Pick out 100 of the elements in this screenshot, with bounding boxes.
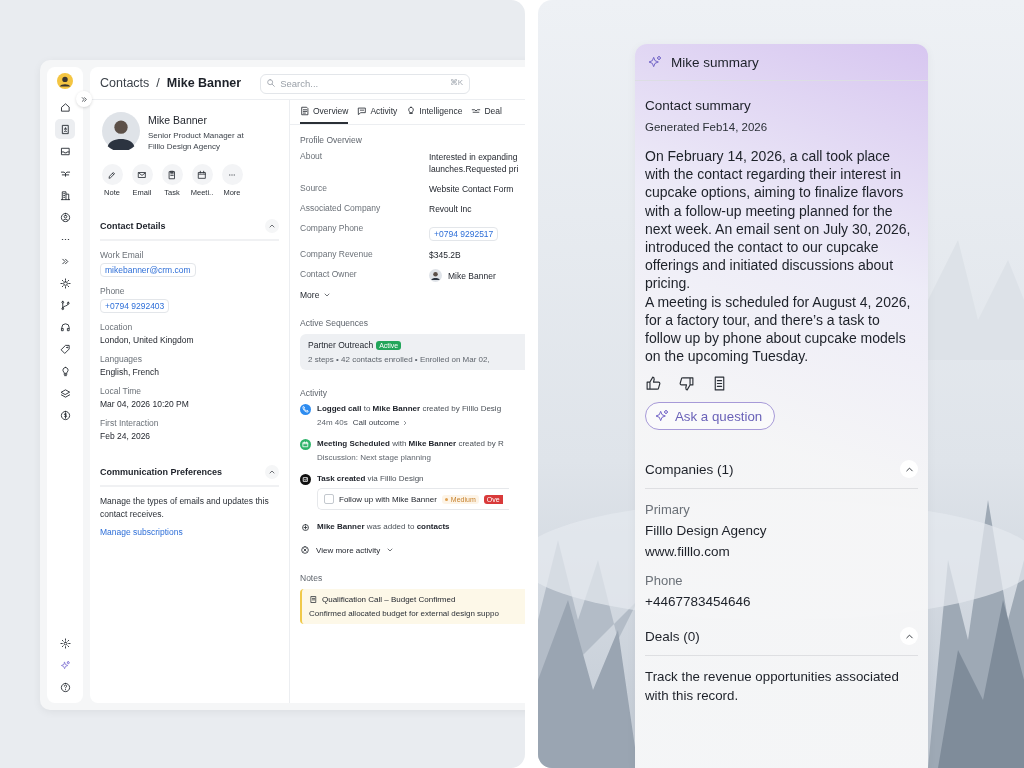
note-text: Confirmed allocated budget for external design suppo [309, 609, 500, 618]
note-icon [309, 595, 318, 604]
field-link[interactable]: +0794 9292403 [100, 299, 170, 313]
mail-icon [137, 169, 147, 180]
shortcut-hint: ⌘K [449, 78, 464, 87]
bulb-icon [406, 106, 417, 116]
chevron-down-icon [323, 291, 332, 299]
field-value: London, United Kingdom [100, 335, 194, 345]
activity-detail: Discussion: Next stage planning [317, 453, 431, 462]
tab[interactable]: Deal [471, 100, 502, 124]
company-website: www.filllo.com [645, 544, 731, 560]
ask-question-button[interactable]: Ask a question [645, 402, 776, 431]
field-value: $345.2B [429, 249, 461, 261]
company-name: Filllo Design Agency [645, 523, 768, 539]
contact-name: Mike Banner [148, 114, 208, 126]
document-icon [300, 106, 310, 116]
summary-heading: Contact summary [645, 98, 752, 113]
view-more-button[interactable]: View more activity [300, 545, 525, 555]
activity-detail: 24m 40s [317, 418, 348, 427]
chevron-up-icon [268, 468, 276, 476]
field-value: Interested in expanding [429, 151, 519, 163]
more-button[interactable]: More [300, 290, 332, 300]
tab[interactable]: Intelligence [406, 100, 463, 124]
avatar [429, 269, 442, 282]
field-value: Mar 04, 2026 10:20 PM [100, 399, 189, 409]
section-title: Profile Overview [300, 135, 363, 145]
field-label: Local Time [100, 386, 142, 396]
summary-text: On February 14, 2026, a call took place with the contact regarding their interest in cupcake options, aiming to finalize flavors with a follow-up meeting planned for the next week. An email sent on July 30, 2026, introduced the contact to our cupcake offerings and initiated discussions about pricing. [645, 147, 912, 293]
checkbox[interactable] [324, 494, 334, 504]
sparkle-icon [647, 54, 663, 70]
field-label: Work Email [100, 250, 144, 260]
activity-text: Meeting Scheduled with Mike Banner created by R [317, 439, 504, 448]
section-title: Activity [300, 388, 328, 398]
dot-icon [444, 498, 448, 502]
page-title: Mike Banner [166, 76, 242, 90]
field-label: Phone [100, 286, 125, 296]
exchange-icon [471, 106, 482, 116]
pencil-icon [107, 169, 117, 180]
field-label: Company Phone [300, 223, 365, 235]
thumbs-down-icon[interactable] [678, 375, 695, 393]
plus-circle-icon [300, 522, 311, 533]
tab[interactable]: Overview [300, 100, 349, 124]
sequence-details: 2 steps • 42 contacts enrolled • Enrolled on Mar 02, [308, 355, 491, 364]
activity-text: Task created via Filllo Design [317, 474, 425, 483]
section-title: Notes [300, 573, 324, 583]
field-label: Primary [645, 502, 691, 518]
thumbs-up-icon[interactable] [645, 375, 662, 393]
note-card[interactable]: Qualification Call – Budget Confirmed Confirmed allocated budget for external design suppo [300, 589, 525, 624]
tab[interactable]: Activity [357, 100, 398, 124]
sequence-name: Partner Outreach [308, 340, 374, 350]
section-title: Contact Details [100, 221, 166, 231]
field-label: First Interaction [100, 418, 159, 428]
calendar-icon [300, 439, 311, 450]
breadcrumb-separator: / [156, 76, 160, 90]
task-title: Follow up with Mike Banner [339, 494, 437, 504]
generated-date: Generated Feb14, 2026 [645, 121, 769, 133]
deals-description: Track the revenue opportunities associated with this record. [645, 668, 900, 705]
field-value: Revoult Inc [429, 203, 472, 215]
avatar [102, 112, 140, 150]
chevron-up-icon [268, 222, 276, 230]
field-value: Feb 24, 2026 [100, 431, 151, 441]
panel-title: Mike summary [671, 54, 759, 70]
field-label: Associated Company [300, 203, 382, 215]
section-title: Active Sequences [300, 318, 370, 328]
section-title: Deals (0) [645, 628, 700, 644]
field-label: Company Revenue [300, 249, 374, 261]
activity-text: Logged call to Mike Banner created by Filllo Desig [317, 404, 502, 413]
field-label: Languages [100, 354, 143, 364]
field-value: English, French [100, 367, 160, 377]
double-chevron-icon [79, 94, 89, 104]
clipboard-icon [167, 169, 177, 180]
contact-card-icon[interactable] [55, 119, 75, 139]
subscriptions-link[interactable]: Manage subscriptions [100, 527, 183, 537]
field-label: Source [300, 183, 328, 195]
summary-text: A meeting is scheduled for August 4, 2026, for a factory tour, and there’s a task to follow up by phone about cupcake models on the upcoming Tuesday. [645, 292, 912, 366]
section-title: Companies (1) [645, 461, 734, 477]
phone-icon [300, 404, 311, 415]
activity-text: Mike Banner was added to contacts [317, 522, 450, 531]
task-icon [300, 474, 311, 485]
avatar [57, 73, 73, 89]
section-description: Manage the types of emails and updates this contact receives. [100, 495, 270, 521]
company-phone: +4467783454646 [645, 594, 752, 610]
field-label: Contact Owner [300, 269, 358, 281]
field-value: launches.Requested pri [429, 163, 519, 175]
breadcrumb-link[interactable]: Contacts [100, 76, 150, 90]
section-title: Communication Preferences [100, 467, 223, 477]
field-value: Website Contact Form [429, 183, 514, 195]
field-link[interactable]: mikebanner@crm.com [100, 263, 196, 277]
note-title: Qualification Call – Budget Confirmed [322, 595, 456, 604]
field-link[interactable]: +0794 9292517 [429, 227, 499, 241]
chat-icon [357, 106, 368, 116]
search-icon [266, 78, 277, 88]
calendar-icon [197, 169, 207, 180]
call-outcome-link[interactable]: Call outcome [352, 418, 400, 427]
job-title: Senior Product Manager at Filllo Design Agency [148, 130, 245, 152]
chevron-down-icon [386, 546, 395, 554]
field-value: Mike Banner [448, 269, 496, 282]
field-label: Phone [645, 573, 684, 589]
field-label: Location [100, 322, 133, 332]
field-label: About [300, 151, 324, 163]
